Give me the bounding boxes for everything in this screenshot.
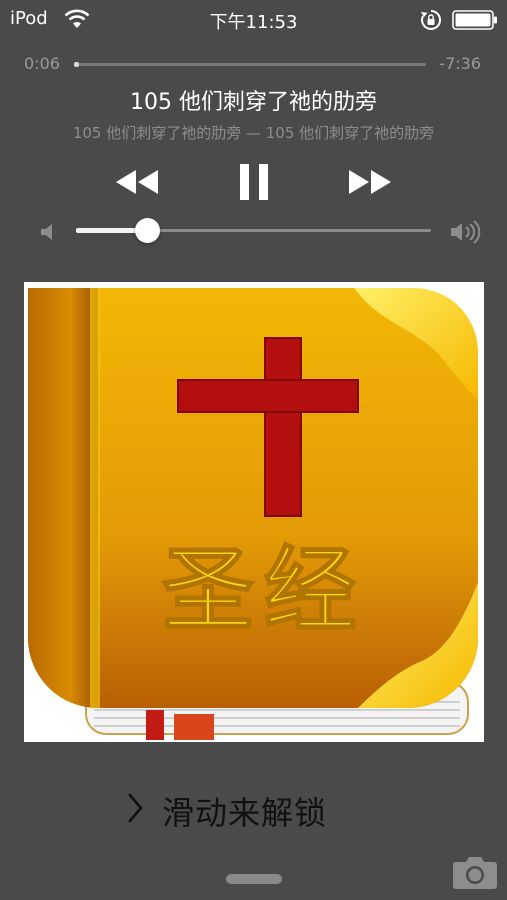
- status-bar: iPod 下午11:53: [0, 0, 507, 40]
- unlock-label: 滑动来解锁: [162, 794, 328, 832]
- elapsed-time: 0:06: [24, 54, 60, 73]
- fast-forward-icon[interactable]: [345, 164, 395, 200]
- bible-cross-icon: 圣经: [28, 288, 478, 740]
- scrubber-track[interactable]: [74, 63, 426, 66]
- album-artwork: 圣经: [24, 282, 484, 742]
- transport-controls: [0, 160, 507, 204]
- volume-high-icon: [451, 220, 481, 244]
- volume-knob[interactable]: [134, 218, 160, 243]
- control-center-grabber[interactable]: [226, 874, 282, 884]
- battery-icon: [452, 10, 497, 30]
- rotation-lock-icon: [421, 9, 442, 30]
- track-subtitle: 105 他们刺穿了祂的肋旁 — 105 他们刺穿了祂的肋旁: [72, 124, 435, 142]
- rewind-icon[interactable]: [112, 164, 162, 200]
- track-title: 105 他们刺穿了祂的肋旁: [130, 90, 377, 115]
- chevron-right-icon: [128, 793, 143, 823]
- camera-icon[interactable]: [452, 854, 498, 890]
- volume-control: [0, 212, 507, 252]
- playback-progress: 0:06 -7:36: [0, 52, 507, 78]
- remaining-time: -7:36: [439, 54, 481, 73]
- pause-icon[interactable]: [234, 160, 274, 204]
- scrubber-fill: [74, 62, 79, 67]
- slide-to-unlock[interactable]: 滑动来解锁: [0, 780, 507, 836]
- volume-low-icon: [41, 224, 52, 240]
- svg-text:圣经: 圣经: [162, 536, 366, 644]
